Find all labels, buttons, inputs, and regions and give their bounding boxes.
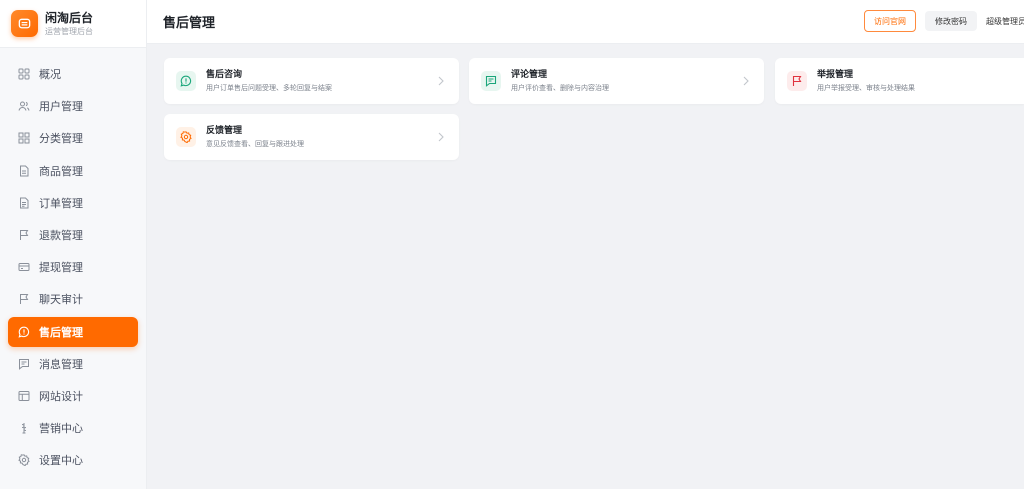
flag-icon — [17, 292, 31, 306]
sidebar-nav: 概况 用户管理 分类管理 商品管理 订单管理 退款管理 提现管理 聊天审计 售后… — [0, 48, 146, 475]
card-description: 意见反馈查看、回复与跟进处理 — [206, 140, 304, 148]
chat-bubble-icon — [176, 71, 196, 91]
admin-user-label[interactable]: 超级管理员 — [986, 16, 1024, 27]
grid-icon — [17, 67, 31, 81]
sidebar-item-overview[interactable]: 概况 — [8, 59, 138, 89]
card-description: 用户评价查看、删除与内容治理 — [511, 84, 609, 92]
sidebar: 闲淘后台 运营管理后台 概况 用户管理 分类管理 商品管理 订单管理 退款管理 — [0, 0, 147, 489]
flag-icon — [787, 71, 807, 91]
chevron-right-icon — [436, 130, 446, 144]
sidebar-item-refunds[interactable]: 退款管理 — [8, 220, 138, 250]
gear-icon — [176, 127, 196, 147]
marketing-icon — [17, 421, 31, 435]
users-icon — [17, 99, 31, 113]
sidebar-item-users[interactable]: 用户管理 — [8, 91, 138, 121]
sidebar-item-label: 聊天审计 — [39, 293, 83, 307]
card-description: 用户举报受理、审核与处理结果 — [817, 84, 915, 92]
card-title: 反馈管理 — [206, 126, 243, 136]
sidebar-item-label: 设置中心 — [39, 454, 83, 468]
sidebar-item-categories[interactable]: 分类管理 — [8, 123, 138, 153]
sidebar-item-label: 营销中心 — [39, 422, 83, 436]
card-description: 用户订单售后问题受理、多轮回复与结案 — [206, 84, 332, 92]
card-title: 评论管理 — [511, 70, 548, 80]
sidebar-item-chat-audit[interactable]: 聊天审计 — [8, 284, 138, 314]
top-header: 售后管理 访问官网 修改密码 超级管理员 — [147, 0, 1024, 44]
card-title: 售后咨询 — [206, 70, 243, 80]
sidebar-item-messages[interactable]: 消息管理 — [8, 349, 138, 379]
card-report-management[interactable]: 举报管理 用户举报受理、审核与处理结果 — [775, 58, 1024, 104]
sidebar-item-label: 消息管理 — [39, 357, 83, 371]
sidebar-item-label: 分类管理 — [39, 132, 83, 146]
sidebar-item-label: 提现管理 — [39, 261, 83, 275]
layout-icon — [17, 389, 31, 403]
message-icon — [481, 71, 501, 91]
sidebar-item-orders[interactable]: 订单管理 — [8, 188, 138, 218]
visit-site-button[interactable]: 访问官网 — [864, 10, 916, 32]
sidebar-item-label: 退款管理 — [39, 228, 83, 242]
gear-icon — [17, 453, 31, 467]
brand[interactable]: 闲淘后台 运营管理后台 — [0, 0, 146, 48]
sidebar-item-label: 概况 — [39, 68, 61, 81]
credit-card-icon — [17, 260, 31, 274]
card-after-sales-consult[interactable]: 售后咨询 用户订单售后问题受理、多轮回复与结案 — [164, 58, 459, 104]
sidebar-item-label: 用户管理 — [39, 100, 83, 114]
category-grid-icon — [17, 131, 31, 145]
sidebar-item-products[interactable]: 商品管理 — [8, 156, 138, 186]
header-actions: 访问官网 修改密码 超级管理员 — [864, 10, 1024, 32]
flag-icon — [17, 228, 31, 242]
sidebar-item-label: 订单管理 — [39, 196, 83, 210]
app-logo-icon — [11, 10, 38, 37]
brand-title: 闲淘后台 — [45, 10, 94, 25]
change-password-button[interactable]: 修改密码 — [925, 11, 977, 31]
chevron-right-icon — [436, 74, 446, 88]
sidebar-item-marketing[interactable]: 营销中心 — [8, 413, 138, 443]
card-review-management[interactable]: 评论管理 用户评价查看、删除与内容治理 — [469, 58, 764, 104]
page-title: 售后管理 — [163, 16, 216, 31]
sidebar-item-label: 网站设计 — [39, 389, 83, 403]
document-icon — [17, 164, 31, 178]
sidebar-item-site-design[interactable]: 网站设计 — [8, 381, 138, 411]
chat-bubble-icon — [17, 325, 31, 339]
order-document-icon — [17, 196, 31, 210]
brand-subtitle: 运营管理后台 — [45, 26, 93, 36]
sidebar-item-withdrawals[interactable]: 提现管理 — [8, 252, 138, 282]
sidebar-item-settings[interactable]: 设置中心 — [8, 445, 138, 475]
card-title: 举报管理 — [817, 70, 854, 80]
message-icon — [17, 357, 31, 371]
sidebar-item-label: 商品管理 — [39, 164, 83, 178]
sidebar-item-label: 售后管理 — [39, 325, 83, 339]
sidebar-item-after-sales[interactable]: 售后管理 — [8, 316, 138, 347]
chevron-right-icon — [741, 74, 751, 88]
card-feedback-management[interactable]: 反馈管理 意见反馈查看、回复与跟进处理 — [164, 114, 459, 160]
